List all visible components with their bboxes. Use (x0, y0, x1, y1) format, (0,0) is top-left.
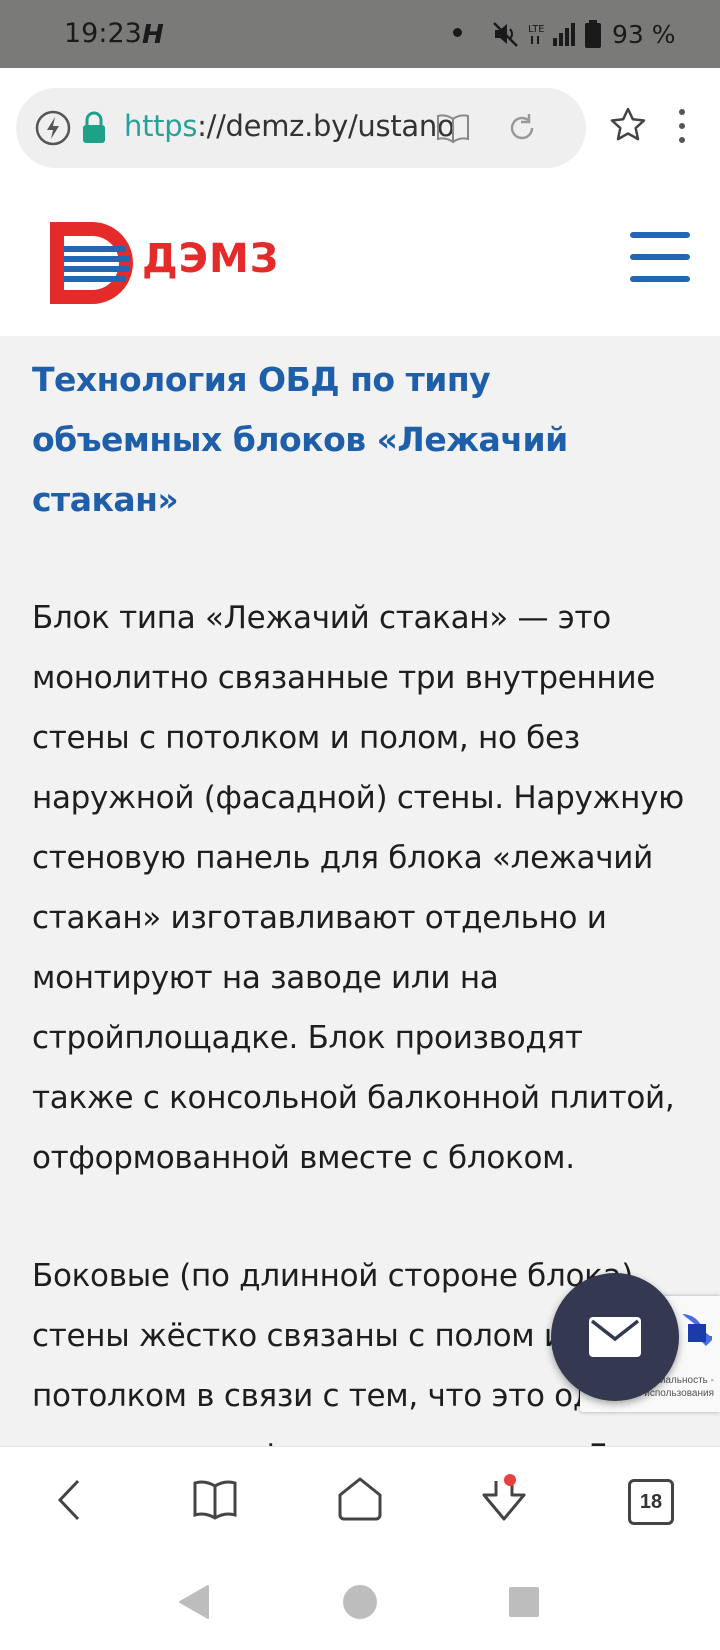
url-rest: ://demz.by/ustanovl (197, 109, 454, 143)
menu-dots-icon[interactable] (672, 108, 692, 144)
tab-count: 18 (639, 1491, 663, 1513)
notification-dot-icon (453, 28, 462, 37)
demz-logo-icon[interactable] (50, 222, 134, 304)
nav-recents-icon[interactable] (508, 1586, 540, 1618)
lock-icon (83, 111, 105, 143)
browser-toolbar: https://demz.by/ustanovl (0, 68, 720, 188)
nav-back-icon[interactable] (178, 1584, 212, 1620)
lte-icon: LTE (528, 24, 545, 44)
bookmarks-icon[interactable] (192, 1479, 238, 1521)
hamburger-menu-icon[interactable] (630, 232, 690, 284)
tabs-button[interactable]: 18 (628, 1479, 674, 1525)
status-bar: 19:23 H LTE 93 % (0, 0, 720, 68)
battery-percentage: 93 % (612, 19, 676, 49)
downloads-icon[interactable] (478, 1471, 530, 1525)
url-text[interactable]: https://demz.by/ustanovl (124, 109, 454, 143)
reload-icon[interactable] (506, 112, 538, 144)
address-bar[interactable]: https://demz.by/ustanovl (16, 88, 586, 168)
mail-icon (589, 1317, 641, 1357)
home-icon[interactable] (336, 1475, 384, 1523)
system-navigation-bar (0, 1552, 720, 1650)
article-heading: Технология ОБД по типу объемных блоков «… (32, 360, 568, 519)
site-header: ДЭМЗ (0, 188, 720, 336)
star-icon[interactable] (609, 106, 647, 144)
svg-text:LTE: LTE (528, 24, 545, 35)
lightning-icon[interactable] (34, 109, 72, 147)
logo-text[interactable]: ДЭМЗ (142, 236, 279, 282)
contact-mail-button[interactable] (551, 1273, 679, 1401)
reader-icon[interactable] (436, 112, 470, 144)
back-icon[interactable] (52, 1477, 88, 1523)
battery-icon (585, 20, 601, 48)
network-type-indicator: H (142, 20, 164, 50)
status-time: 19:23 (64, 18, 142, 49)
browser-bottom-toolbar: 18 (0, 1446, 720, 1553)
signal-icon (553, 23, 575, 46)
url-scheme: https (124, 109, 198, 143)
nav-home-icon[interactable] (342, 1584, 378, 1620)
mute-icon (493, 22, 518, 47)
article-paragraph-1: Блок типа «Лежачий стакан» — это монолит… (32, 600, 684, 1176)
status-icons: LTE 93 % (492, 16, 676, 52)
